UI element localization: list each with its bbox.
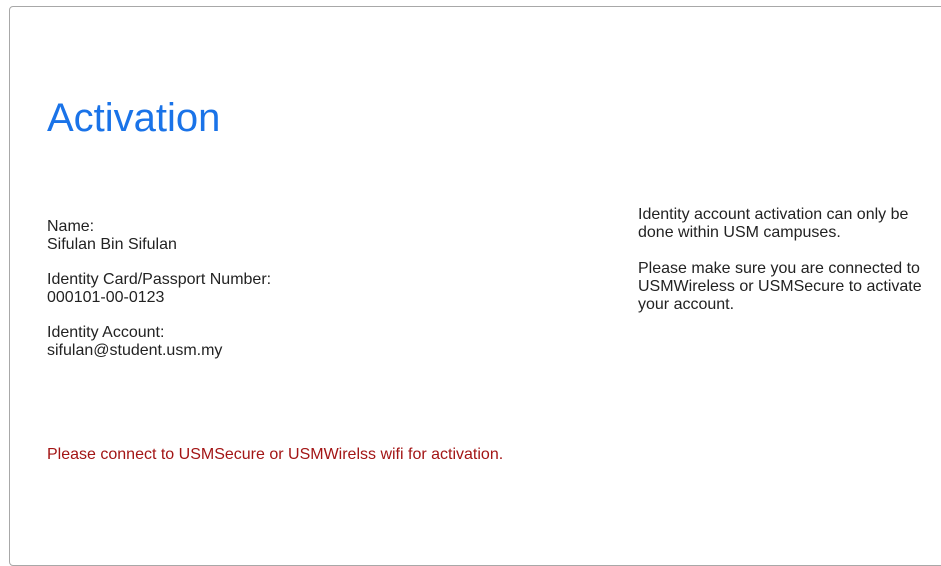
id-number-field: Identity Card/Passport Number: 000101-00… [47,271,527,307]
name-label: Name: [47,218,95,235]
identity-account-field: Identity Account: sifulan@student.usm.my [47,324,527,360]
id-number-label: Identity Card/Passport Number: [47,271,272,288]
name-field: Name: Sifulan Bin Sifulan [47,218,527,254]
activation-notice: Identity account activation can only be … [638,206,928,332]
id-number-value: 000101-00-0123 [47,289,165,306]
profile-info: Name: Sifulan Bin Sifulan Identity Card/… [47,218,527,377]
identity-account-label: Identity Account: [47,324,165,341]
page-title: Activation [47,96,221,140]
notice-wifi-text: Please make sure you are connected to US… [638,260,922,313]
notice-campus-text: Identity account activation can only be … [638,206,909,241]
identity-account-value: sifulan@student.usm.my [47,342,223,359]
error-message: Please connect to USMSecure or USMWirels… [47,446,504,463]
name-value: Sifulan Bin Sifulan [47,236,177,253]
